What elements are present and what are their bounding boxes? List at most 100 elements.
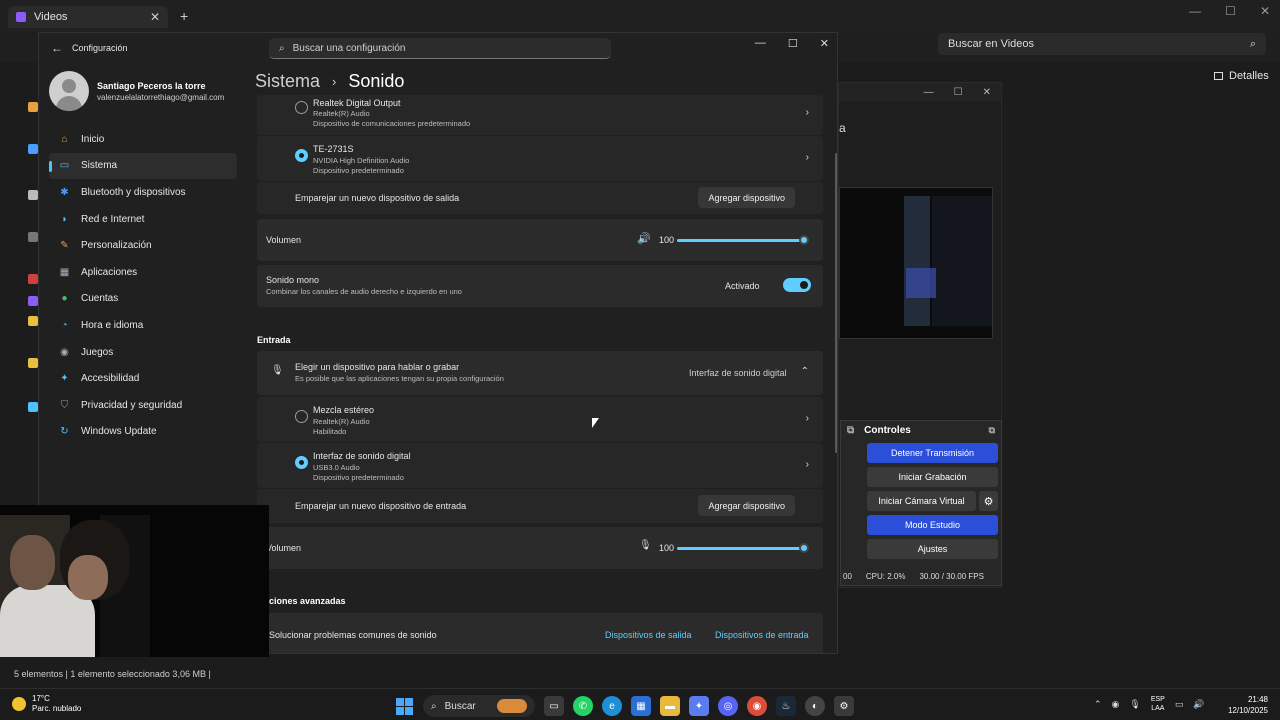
close-tab-icon[interactable]: ✕ xyxy=(150,10,160,24)
device-status: Dispositivo predeterminado xyxy=(313,473,404,482)
sidebar-item-personalización[interactable]: ✎ Personalización xyxy=(49,232,237,259)
new-tab-icon[interactable]: + xyxy=(180,8,188,24)
sidebar-item-sistema[interactable]: ▭ Sistema xyxy=(49,152,237,180)
mono-toggle[interactable] xyxy=(783,278,811,292)
output-device-row[interactable]: TE-2731S NVIDIA High Definition Audio Di… xyxy=(257,136,823,181)
sidebar-item-label: Privacidad y seguridad xyxy=(81,399,183,411)
sidebar-item-aplicaciones[interactable]: ▦ Aplicaciones xyxy=(49,259,237,286)
close-icon[interactable]: ✕ xyxy=(1260,4,1270,18)
obs-stats-bar: 00 CPU: 2.0% 30.00 / 30.00 FPS xyxy=(841,572,1001,581)
output-devices-link[interactable]: Dispositivos de salida xyxy=(605,630,692,640)
task-view-icon[interactable]: ▭ xyxy=(544,696,564,716)
chevron-up-icon[interactable]: ⌃ xyxy=(1094,699,1102,710)
edge-icon[interactable]: e xyxy=(602,696,622,716)
stop-stream-button[interactable]: Detener Transmisión xyxy=(867,443,998,463)
gear-icon[interactable]: ⚙ xyxy=(979,491,998,511)
maximize-icon[interactable]: ☐ xyxy=(788,37,798,50)
file-explorer-icon[interactable]: ▬ xyxy=(660,696,680,716)
language-indicator[interactable]: ESP LAA xyxy=(1151,695,1165,713)
close-icon[interactable]: ✕ xyxy=(820,37,829,50)
input-chooser-value: Interfaz de sonido digital xyxy=(689,368,787,378)
sidebar-item-juegos[interactable]: ◉ Juegos xyxy=(49,339,237,366)
network-icon[interactable]: ▭ xyxy=(1175,699,1184,710)
start-button[interactable] xyxy=(394,696,414,716)
speaker-icon[interactable]: 🔊 xyxy=(637,232,651,245)
details-button[interactable]: Detalles xyxy=(1214,70,1269,82)
breadcrumb: Sistema › Sonido xyxy=(255,71,404,92)
chevron-right-icon: › xyxy=(805,413,809,424)
chevron-up-icon[interactable]: ⌃ xyxy=(801,366,809,377)
sidebar-item-accesibilidad[interactable]: ✦ Accesibilidad xyxy=(49,365,237,392)
sidebar-item-bluetooth-y-dispositivos[interactable]: ✱ Bluetooth y dispositivos xyxy=(49,179,237,206)
weather-widget[interactable]: 17°C Parc. nublado xyxy=(12,694,81,714)
sidebar-item-privacidad-y-seguridad[interactable]: ⛉ Privacidad y seguridad xyxy=(49,392,237,419)
start-virtual-cam-button[interactable]: Iniciar Cámara Virtual xyxy=(867,491,976,511)
radio-button[interactable] xyxy=(295,101,308,114)
maximize-icon[interactable]: ☐ xyxy=(1225,4,1236,18)
slider-thumb[interactable] xyxy=(799,235,809,245)
dock-float-icon[interactable]: ⧉ xyxy=(847,425,854,436)
radio-button[interactable] xyxy=(295,410,308,423)
input-device-row[interactable]: Mezcla estéreo Realtek(R) Audio Habilita… xyxy=(257,397,823,442)
input-devices-link[interactable]: Dispositivos de entrada xyxy=(715,630,809,640)
scrollbar[interactable] xyxy=(835,153,837,453)
breadcrumb-parent[interactable]: Sistema xyxy=(255,71,320,92)
back-arrow-icon[interactable]: ← xyxy=(51,41,63,55)
settings-button[interactable]: Ajustes xyxy=(867,539,998,559)
webcam-overlay xyxy=(0,505,269,657)
store-icon[interactable]: ▦ xyxy=(631,696,651,716)
sidebar-item-red-e-internet[interactable]: ◗ Red e Internet xyxy=(49,206,237,233)
chrome-icon[interactable]: ◉ xyxy=(747,696,767,716)
volume-icon[interactable]: 🔊 xyxy=(1193,699,1204,710)
settings-search-placeholder: Buscar una configuración xyxy=(292,42,406,54)
input-chooser-row[interactable]: 🎙 Elegir un dispositivo para hablar o gr… xyxy=(257,351,823,395)
minimize-icon[interactable]: — xyxy=(755,37,766,50)
radio-button-selected[interactable] xyxy=(295,149,308,162)
obs-preview[interactable] xyxy=(839,187,993,339)
steam-icon[interactable]: ♨ xyxy=(776,696,796,716)
copilot-icon[interactable]: ✦ xyxy=(689,696,709,716)
sidebar-item-inicio[interactable]: ⌂ Inicio xyxy=(49,126,237,153)
close-icon[interactable]: ✕ xyxy=(983,87,991,98)
add-input-device-button[interactable]: Agregar dispositivo xyxy=(698,495,795,516)
sidebar-item-hora-e-idioma[interactable]: ◔ Hora e idioma xyxy=(49,312,237,339)
pair-input-row: Emparejar un nuevo dispositivo de entrad… xyxy=(257,489,823,523)
wifi-icon: ◗ xyxy=(61,213,68,225)
output-volume-slider[interactable] xyxy=(677,239,805,242)
maximize-icon[interactable]: ☐ xyxy=(954,87,963,98)
settings-app-icon[interactable]: ⚙ xyxy=(834,696,854,716)
clock[interactable]: 21:48 12/10/2025 xyxy=(1212,694,1268,716)
app-icon[interactable]: ◐ xyxy=(805,696,825,716)
add-output-device-button[interactable]: Agregar dispositivo xyxy=(698,187,795,208)
sidebar-item-cuentas[interactable]: ● Cuentas xyxy=(49,286,237,313)
microphone-icon[interactable]: 🎙 xyxy=(639,540,652,551)
dock-settings-icon[interactable]: ⧉ xyxy=(989,425,995,436)
output-device-row[interactable]: Realtek Digital Output Realtek(R) Audio … xyxy=(257,95,823,135)
input-volume-slider[interactable] xyxy=(677,547,805,550)
input-device-row[interactable]: Interfaz de sonido digital USB3.0 Audio … xyxy=(257,443,823,488)
minimize-icon[interactable]: — xyxy=(924,87,934,98)
pair-output-row: Emparejar un nuevo dispositivo de salida… xyxy=(257,182,823,214)
radio-button-selected[interactable] xyxy=(295,456,308,469)
user-profile[interactable]: Santiago Peceros la torre valenzuelalato… xyxy=(49,71,224,111)
whatsapp-icon[interactable]: ✆ xyxy=(573,696,593,716)
explorer-search-input[interactable]: Buscar en Videos ⌕ xyxy=(938,33,1266,55)
studio-mode-button[interactable]: Modo Estudio xyxy=(867,515,998,535)
slider-thumb[interactable] xyxy=(799,543,809,553)
output-volume-row: Volumen 🔊 100 xyxy=(257,219,823,261)
obs-cpu: CPU: 2.0% xyxy=(865,572,906,581)
start-recording-button[interactable]: Iniciar Grabación xyxy=(867,467,998,487)
discord-icon[interactable]: ◎ xyxy=(718,696,738,716)
search-icon: ⌕ xyxy=(431,700,437,712)
microphone-icon[interactable]: 🎙 xyxy=(1129,699,1140,710)
weather-desc: Parc. nublado xyxy=(32,704,82,713)
minimize-icon[interactable]: — xyxy=(1189,4,1201,18)
tray-app-icon[interactable]: ◉ xyxy=(1112,699,1120,710)
taskbar-search[interactable]: ⌕ Buscar xyxy=(423,695,535,717)
settings-search-input[interactable]: ⌕ Buscar una configuración xyxy=(269,38,611,59)
input-chooser-label: Elegir un dispositivo para hablar o grab… xyxy=(295,362,460,372)
sidebar-item-windows-update[interactable]: ↻ Windows Update xyxy=(49,419,237,446)
explorer-tab[interactable]: Videos ✕ xyxy=(8,6,168,28)
pair-input-label: Emparejar un nuevo dispositivo de entrad… xyxy=(295,501,467,511)
device-name: Interfaz de sonido digital xyxy=(313,451,411,461)
